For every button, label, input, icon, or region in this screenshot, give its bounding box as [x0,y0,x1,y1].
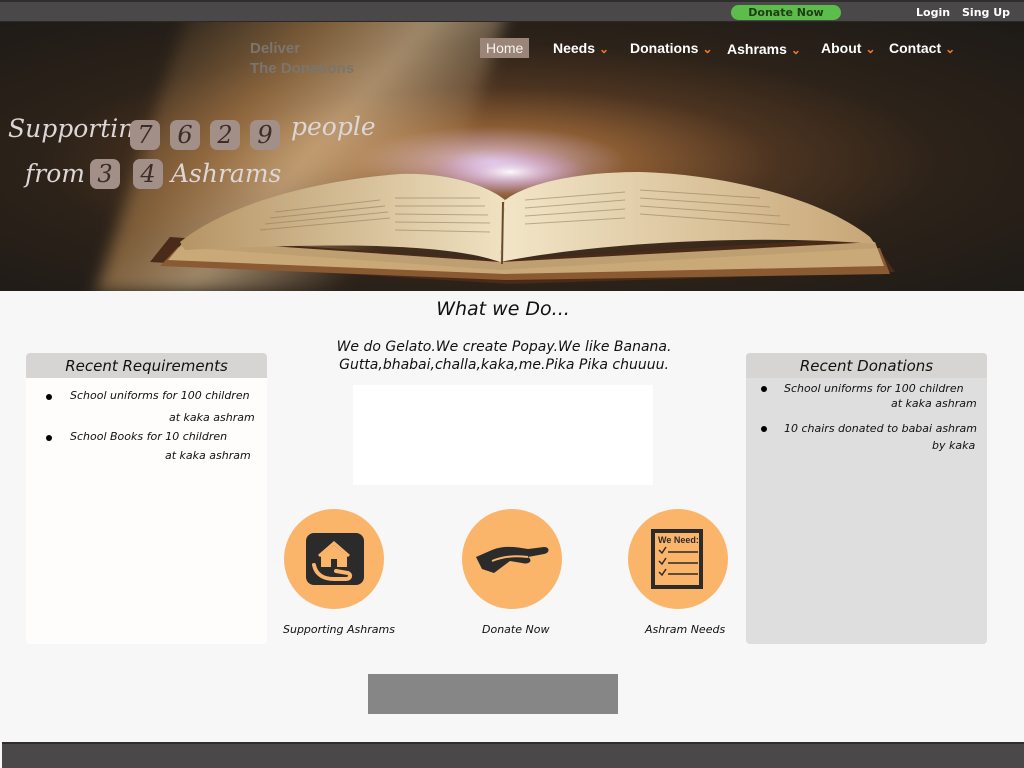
donation-item-line-2: by kaka [932,439,976,452]
brand-line-1: Deliver [250,40,301,57]
nav-needs[interactable]: Needs ⌄ [553,38,609,60]
checklist-heading: We Need: [658,535,699,545]
supporting-ashrams-button[interactable] [284,509,384,609]
brand-logo[interactable]: Deliver The Donations [250,39,354,79]
bullet-icon [761,426,767,432]
people-digit: 6 [170,120,200,150]
open-book-image [150,150,895,284]
footer-bar [2,742,1024,768]
nav-donations-label: Donations [630,40,699,56]
requirement-item-line-2: at kaka ashram [169,411,255,424]
donate-now-circle-button[interactable] [462,509,562,609]
ashram-digit: 4 [133,159,163,189]
people-digit: 7 [130,120,160,150]
ashram-digit: 3 [90,159,120,189]
nav-ashrams-label: Ashrams [727,41,787,57]
brand-line-2: The Donations [250,60,355,77]
top-bar: Donate Now Login Sing Up [0,0,1024,22]
nav-ashrams[interactable]: Ashrams ⌄ [727,39,801,61]
people-digit: 2 [210,120,240,150]
requirement-item-line-1[interactable]: School uniforms for 100 children [70,389,250,403]
donate-now-button[interactable]: Donate Now [731,5,841,20]
signup-link[interactable]: Sing Up [962,5,1010,20]
gray-action-button[interactable] [368,674,618,714]
requirement-item-line-1[interactable]: School Books for 10 children [70,430,227,444]
donation-item-line-1[interactable]: School uniforms for 100 children [784,382,964,396]
bullet-icon [46,394,52,400]
section-title: What we Do... [436,298,570,320]
nav-donations[interactable]: Donations ⌄ [630,38,713,60]
chevron-down-icon: ⌄ [599,42,610,56]
ashrams-text: Ashrams [171,159,282,188]
donation-item-line-2: at kaka ashram [891,397,977,410]
bullet-icon [46,435,52,441]
supporting-ashrams-label[interactable]: Supporting Ashrams [283,623,395,636]
recent-requirements-title: Recent Requirements [26,353,267,378]
nav-contact[interactable]: Contact ⌄ [889,38,955,60]
login-link[interactable]: Login [916,5,950,20]
nav-about-label: About [821,40,862,56]
donation-item-line-1[interactable]: 10 chairs donated to babai ashram [784,422,977,436]
ashram-needs-button[interactable]: We Need: [628,509,728,609]
section-description: We do Gelato.We create Popay.We like Ban… [300,338,708,374]
nav-contact-label: Contact [889,40,942,56]
people-digit: 9 [250,120,280,150]
open-hand-icon [476,546,549,573]
nav-about[interactable]: About ⌄ [821,38,876,60]
chevron-down-icon: ⌄ [865,42,876,56]
nav-needs-label: Needs [553,40,596,56]
from-text: from [25,159,85,188]
chevron-down-icon: ⌄ [945,42,956,56]
chevron-down-icon: ⌄ [702,42,713,56]
recent-requirements-panel: Recent Requirements School uniforms for … [26,353,267,644]
people-text: people [291,112,376,141]
nav-home[interactable]: Home [480,38,530,58]
recent-donations-panel: Recent Donations School uniforms for 100… [746,353,987,644]
description-line-1: We do Gelato.We create Popay.We like Ban… [336,339,672,355]
nav-home-label: Home [486,40,524,56]
hero-banner: Deliver The Donations Home Needs ⌄ Donati… [0,22,1024,291]
content-placeholder [353,385,653,485]
checklist-icon: We Need: [651,529,703,589]
description-line-2: Gutta,bhabai,challa,kaka,me.Pika Pika ch… [339,357,669,373]
ashram-needs-label[interactable]: Ashram Needs [645,623,725,636]
donate-now-label[interactable]: Donate Now [482,623,549,636]
recent-donations-title: Recent Donations [746,353,987,378]
requirement-item-line-2: at kaka ashram [165,449,251,462]
house-in-hand-icon [306,533,364,585]
bullet-icon [761,386,767,392]
chevron-down-icon: ⌄ [790,43,801,57]
